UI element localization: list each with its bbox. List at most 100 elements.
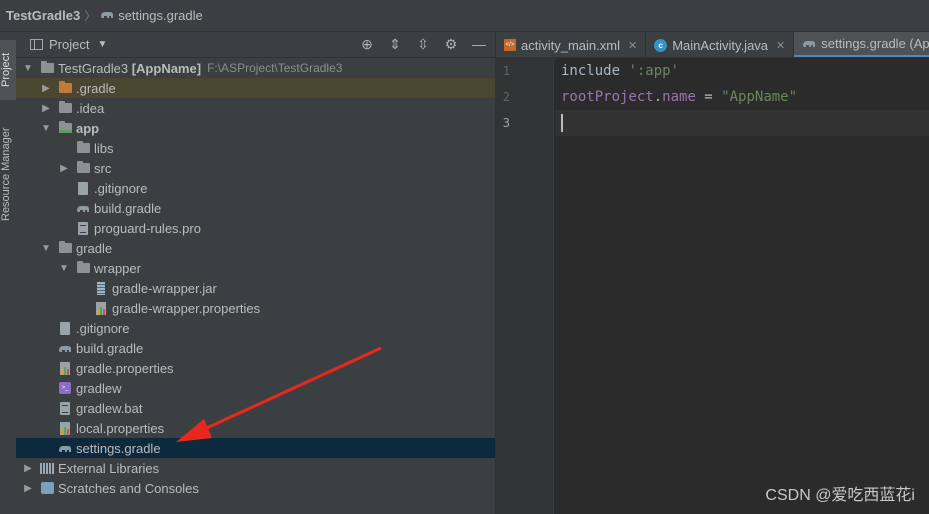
tree-label: build.gradle [76, 340, 144, 356]
gradle-elephant-icon [76, 201, 90, 215]
collapse-all-icon[interactable]: ⇳ [415, 36, 431, 52]
chevron-down-icon[interactable]: ▼ [40, 123, 52, 134]
gradlew-icon: >_ [58, 381, 72, 395]
tree-row-app-build-gradle[interactable]: build.gradle [16, 198, 495, 218]
tree-label: app [76, 120, 100, 136]
tree-row-app[interactable]: ▼ app [16, 118, 495, 138]
tree-row-external-libraries[interactable]: ▶ External Libraries [16, 458, 495, 478]
chevron-right-icon[interactable]: ▶ [22, 463, 34, 474]
scratches-icon [40, 481, 54, 495]
tree-row-root-build-gradle[interactable]: build.gradle [16, 338, 495, 358]
tab-label: settings.gradle (App [821, 36, 929, 51]
gitignore-icon [76, 181, 90, 195]
tab-main-activity-java[interactable]: c MainActivity.java ✕ [646, 32, 795, 57]
text-caret [561, 114, 563, 132]
gradle-elephant-icon [100, 8, 114, 23]
code-line[interactable]: include ':app' [555, 58, 929, 84]
chevron-down-icon[interactable]: ▼ [97, 39, 107, 50]
gitignore-icon [58, 321, 72, 335]
project-folder-icon [40, 61, 54, 75]
gradle-elephant-icon [802, 38, 816, 49]
close-icon[interactable]: ✕ [776, 39, 785, 52]
resource-manager-tool-tab[interactable]: Resource Manager [0, 114, 16, 234]
chevron-right-icon[interactable]: ▶ [40, 83, 52, 94]
tree-row-wrapper-properties[interactable]: gradle-wrapper.properties [16, 298, 495, 318]
tree-row-idea[interactable]: ▶ .idea [16, 98, 495, 118]
tree-row-root-gitignore[interactable]: .gitignore [16, 318, 495, 338]
gradle-elephant-icon [58, 341, 72, 355]
line-number: 3 [502, 116, 510, 130]
tree-root-appname: [AppName] [131, 60, 202, 76]
project-tree: ▼ TestGradle3 [AppName] F:\ASProject\Tes… [16, 58, 495, 514]
tree-row-libs[interactable]: libs [16, 138, 495, 158]
tree-row-scratches[interactable]: ▶ Scratches and Consoles [16, 478, 495, 498]
xml-file-icon: </> [504, 39, 516, 51]
locate-icon[interactable]: ⊕ [359, 36, 375, 52]
properties-icon [58, 361, 72, 375]
tree-label: gradle-wrapper.jar [112, 280, 217, 296]
close-icon[interactable]: ✕ [628, 39, 637, 52]
gradle-elephant-icon [58, 441, 72, 455]
tree-label: src [94, 160, 112, 176]
java-class-icon: c [654, 38, 668, 52]
code-dot: . [653, 89, 663, 105]
tree-row-local-properties[interactable]: local.properties [16, 418, 495, 438]
tab-activity-main-xml[interactable]: </> activity_main.xml ✕ [496, 32, 647, 57]
tree-label: gradle.properties [76, 360, 174, 376]
tree-row-gradle-properties[interactable]: gradle.properties [16, 358, 495, 378]
project-tool-tab[interactable]: Project [0, 40, 16, 100]
chevron-right-icon[interactable]: ▶ [22, 483, 34, 494]
properties-icon [58, 421, 72, 435]
tree-row-src[interactable]: ▶ src [16, 158, 495, 178]
tree-row-proguard[interactable]: proguard-rules.pro [16, 218, 495, 238]
tree-row-gradle-dir[interactable]: ▶ .gradle [16, 78, 495, 98]
tree-label: .gitignore [94, 180, 148, 196]
breadcrumb-project[interactable]: TestGradle3 [6, 8, 80, 23]
hide-panel-icon[interactable]: — [471, 36, 487, 52]
tool-window-strip: Project Resource Manager [0, 32, 17, 514]
code-editor[interactable]: include ':app' rootProject. name = "AppNa… [555, 58, 929, 514]
code-line-current[interactable] [555, 110, 929, 136]
code-operator: = [695, 89, 722, 105]
text-file-icon [58, 401, 72, 415]
tree-row-root[interactable]: ▼ TestGradle3 [AppName] F:\ASProject\Tes… [16, 58, 495, 78]
tree-row-wrapper[interactable]: ▼ wrapper [16, 258, 495, 278]
chevron-right-icon[interactable]: ▶ [58, 163, 70, 174]
folder-icon [76, 161, 90, 175]
tree-row-wrapper-jar[interactable]: gradle-wrapper.jar [16, 278, 495, 298]
gear-icon[interactable]: ⚙ [443, 36, 459, 52]
tree-label: local.properties [76, 420, 165, 436]
tree-label: gradle [76, 240, 113, 256]
tree-label: gradle-wrapper.properties [112, 300, 261, 316]
folder-icon [76, 261, 90, 275]
text-file-icon [76, 221, 90, 235]
project-panel-header: Project ▼ ⊕ ⇕ ⇳ ⚙ — [16, 32, 495, 58]
line-number: 2 [502, 90, 510, 104]
tree-label: proguard-rules.pro [94, 220, 201, 236]
tab-settings-gradle[interactable]: settings.gradle (App [794, 32, 929, 57]
tab-label: activity_main.xml [521, 37, 620, 53]
chevron-down-icon[interactable]: ▼ [40, 243, 52, 254]
breadcrumb-file[interactable]: settings.gradle [118, 8, 203, 23]
chevron-down-icon[interactable]: ▼ [22, 63, 34, 74]
module-folder-icon [58, 121, 72, 135]
expand-all-icon[interactable]: ⇕ [387, 36, 403, 52]
code-line[interactable]: rootProject. name = "AppName" [555, 84, 929, 110]
tree-label: libs [94, 140, 114, 156]
folder-icon [76, 141, 90, 155]
folder-icon [58, 241, 72, 255]
tree-label: Scratches and Consoles [58, 480, 199, 496]
editor-area: </> activity_main.xml ✕ c MainActivity.j… [495, 32, 929, 514]
chevron-down-icon[interactable]: ▼ [58, 263, 70, 274]
tree-root-path: F:\ASProject\TestGradle3 [207, 61, 343, 75]
tree-row-gradle-folder[interactable]: ▼ gradle [16, 238, 495, 258]
folder-icon [58, 101, 72, 115]
tree-row-gradlew[interactable]: >_ gradlew [16, 378, 495, 398]
chevron-right-icon[interactable]: ▶ [40, 103, 52, 114]
libraries-icon [40, 461, 54, 475]
project-view-selector[interactable]: Project [49, 37, 89, 52]
tree-row-settings-gradle[interactable]: settings.gradle [16, 438, 495, 458]
properties-icon [94, 301, 108, 315]
tree-row-app-gitignore[interactable]: .gitignore [16, 178, 495, 198]
tree-row-gradlew-bat[interactable]: gradlew.bat [16, 398, 495, 418]
